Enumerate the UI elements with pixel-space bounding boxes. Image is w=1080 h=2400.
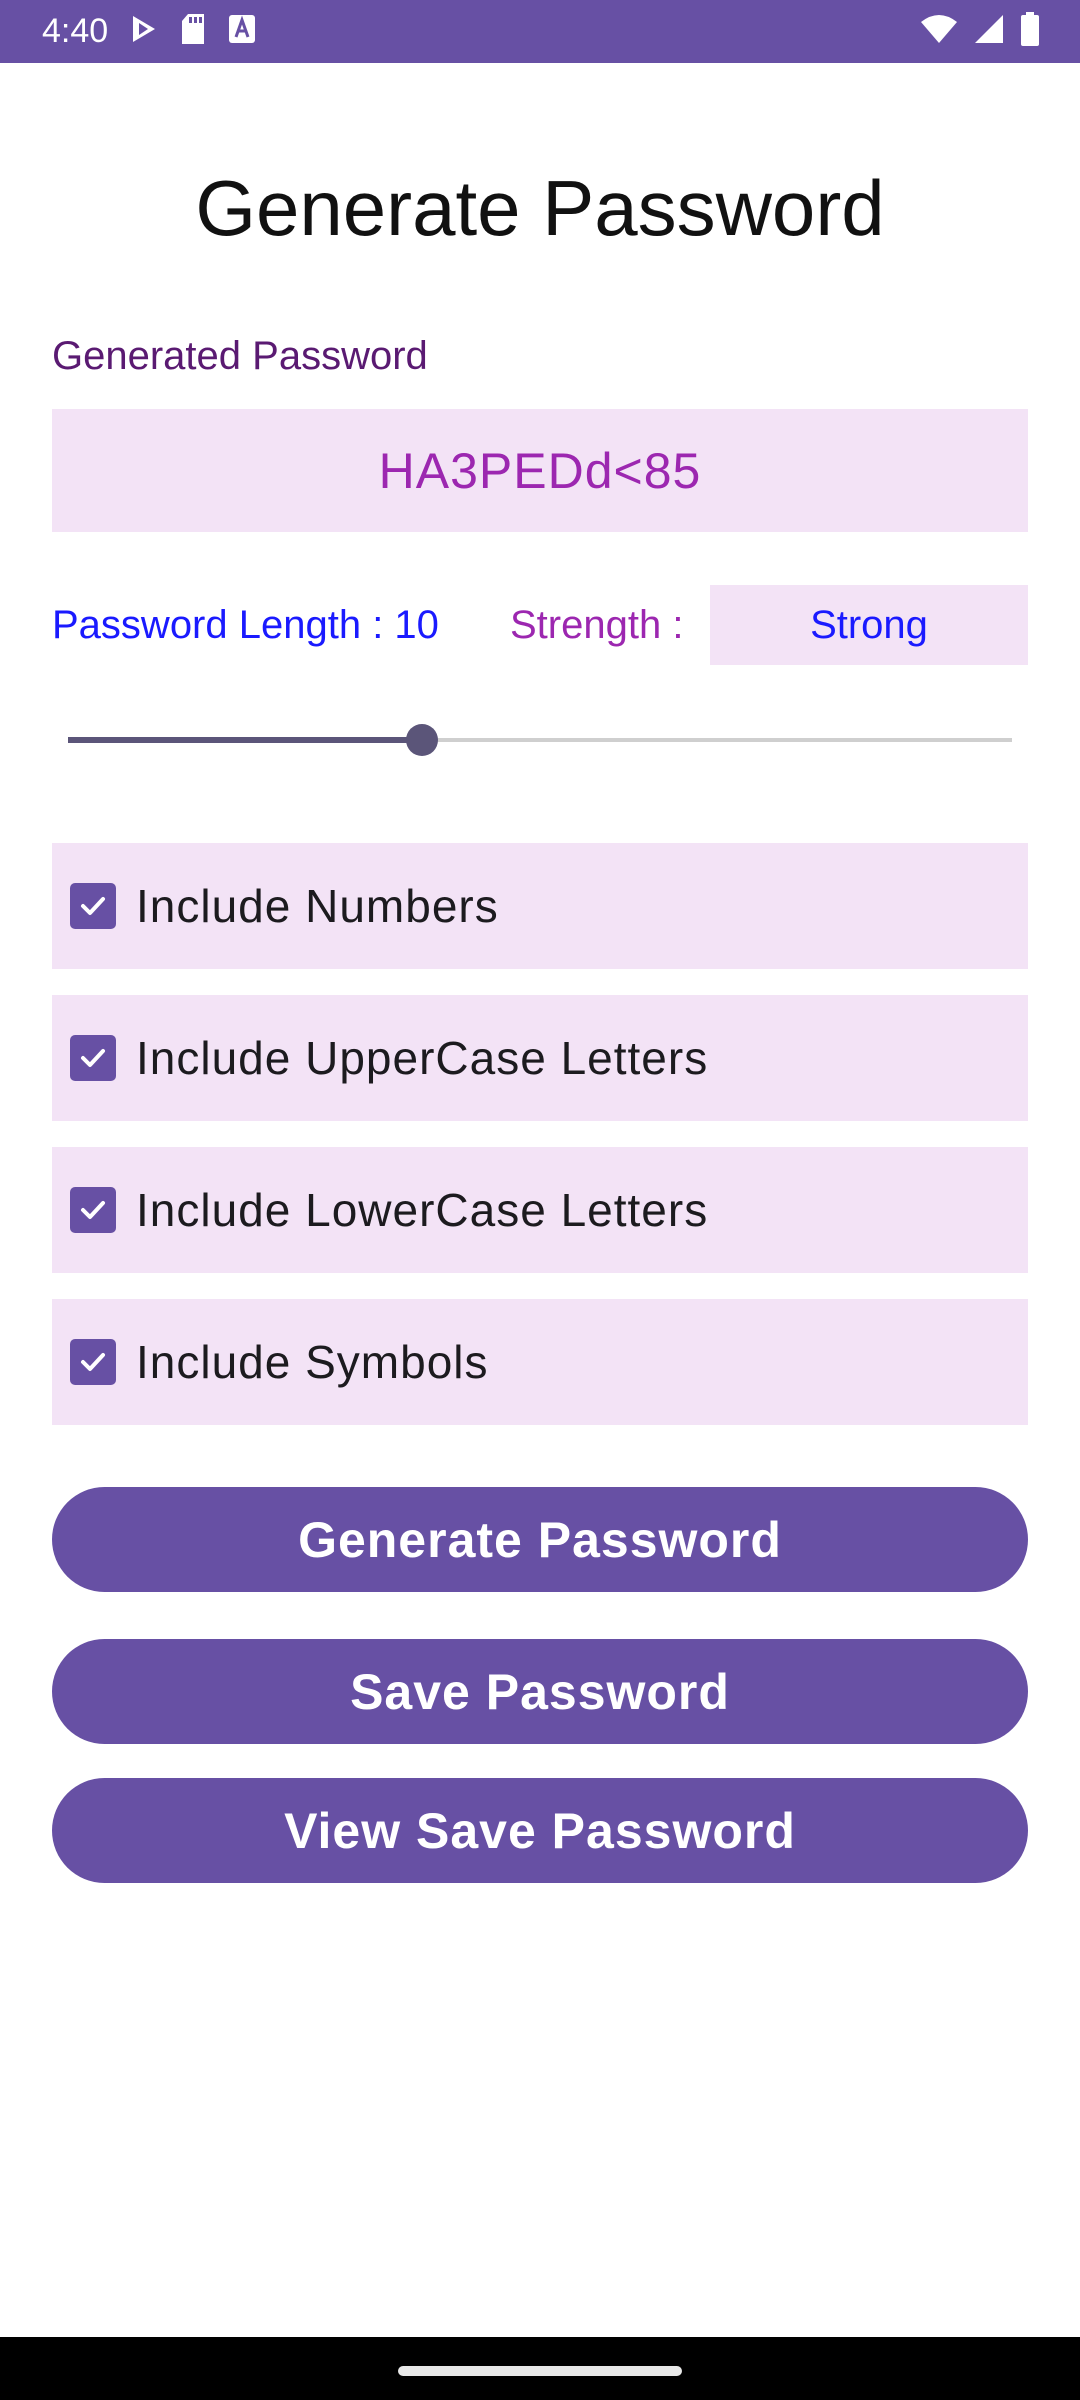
generated-password-field[interactable]: HA3PEDd<85 [52, 409, 1028, 532]
password-length-label: Password Length : 10 [52, 603, 439, 647]
keyboard-a-icon [228, 14, 256, 49]
screen: 4:40 Generate Password Generated Passwor… [0, 0, 1080, 2400]
strength-value: Strong [810, 602, 928, 647]
status-time: 4:40 [42, 12, 109, 50]
include-symbols-checkbox[interactable] [70, 1339, 116, 1385]
slider-thumb[interactable] [406, 724, 438, 756]
generated-password-label: Generated Password [52, 334, 428, 378]
play-protect-icon [130, 14, 158, 49]
include-uppercase-checkbox[interactable] [70, 1035, 116, 1081]
save-password-button[interactable]: Save Password [52, 1639, 1028, 1744]
include-lowercase-option[interactable]: Include LowerCase Letters [52, 1147, 1028, 1273]
check-icon [81, 1353, 105, 1371]
sd-card-icon [180, 13, 206, 50]
status-icons-left [130, 13, 256, 50]
status-bar: 4:40 [0, 0, 1080, 63]
generated-password-value: HA3PEDd<85 [378, 442, 702, 499]
include-numbers-option[interactable]: Include Numbers [52, 843, 1028, 969]
status-icons-right [920, 11, 1040, 51]
include-lowercase-checkbox[interactable] [70, 1187, 116, 1233]
password-length-slider[interactable] [68, 720, 1012, 760]
strength-label: Strength : [510, 603, 684, 647]
wifi-icon [920, 14, 958, 49]
generate-password-button[interactable]: Generate Password [52, 1487, 1028, 1592]
include-symbols-option[interactable]: Include Symbols [52, 1299, 1028, 1425]
home-gesture-handle[interactable] [398, 2366, 682, 2376]
include-lowercase-label: Include LowerCase Letters [136, 1184, 709, 1236]
page-title: Generate Password [195, 164, 885, 252]
include-symbols-label: Include Symbols [136, 1336, 489, 1388]
include-uppercase-option[interactable]: Include UpperCase Letters [52, 995, 1028, 1121]
cell-signal-icon [974, 14, 1004, 49]
include-uppercase-label: Include UpperCase Letters [136, 1032, 709, 1084]
strength-indicator: Strong [710, 585, 1028, 665]
check-icon [81, 897, 105, 915]
check-icon [81, 1201, 105, 1219]
include-numbers-label: Include Numbers [136, 880, 499, 932]
check-icon [81, 1049, 105, 1067]
include-numbers-checkbox[interactable] [70, 883, 116, 929]
view-saved-passwords-button[interactable]: View Save Password [52, 1778, 1028, 1883]
slider-active-track [68, 737, 422, 743]
navigation-bar [0, 2337, 1080, 2400]
battery-icon [1020, 11, 1040, 51]
